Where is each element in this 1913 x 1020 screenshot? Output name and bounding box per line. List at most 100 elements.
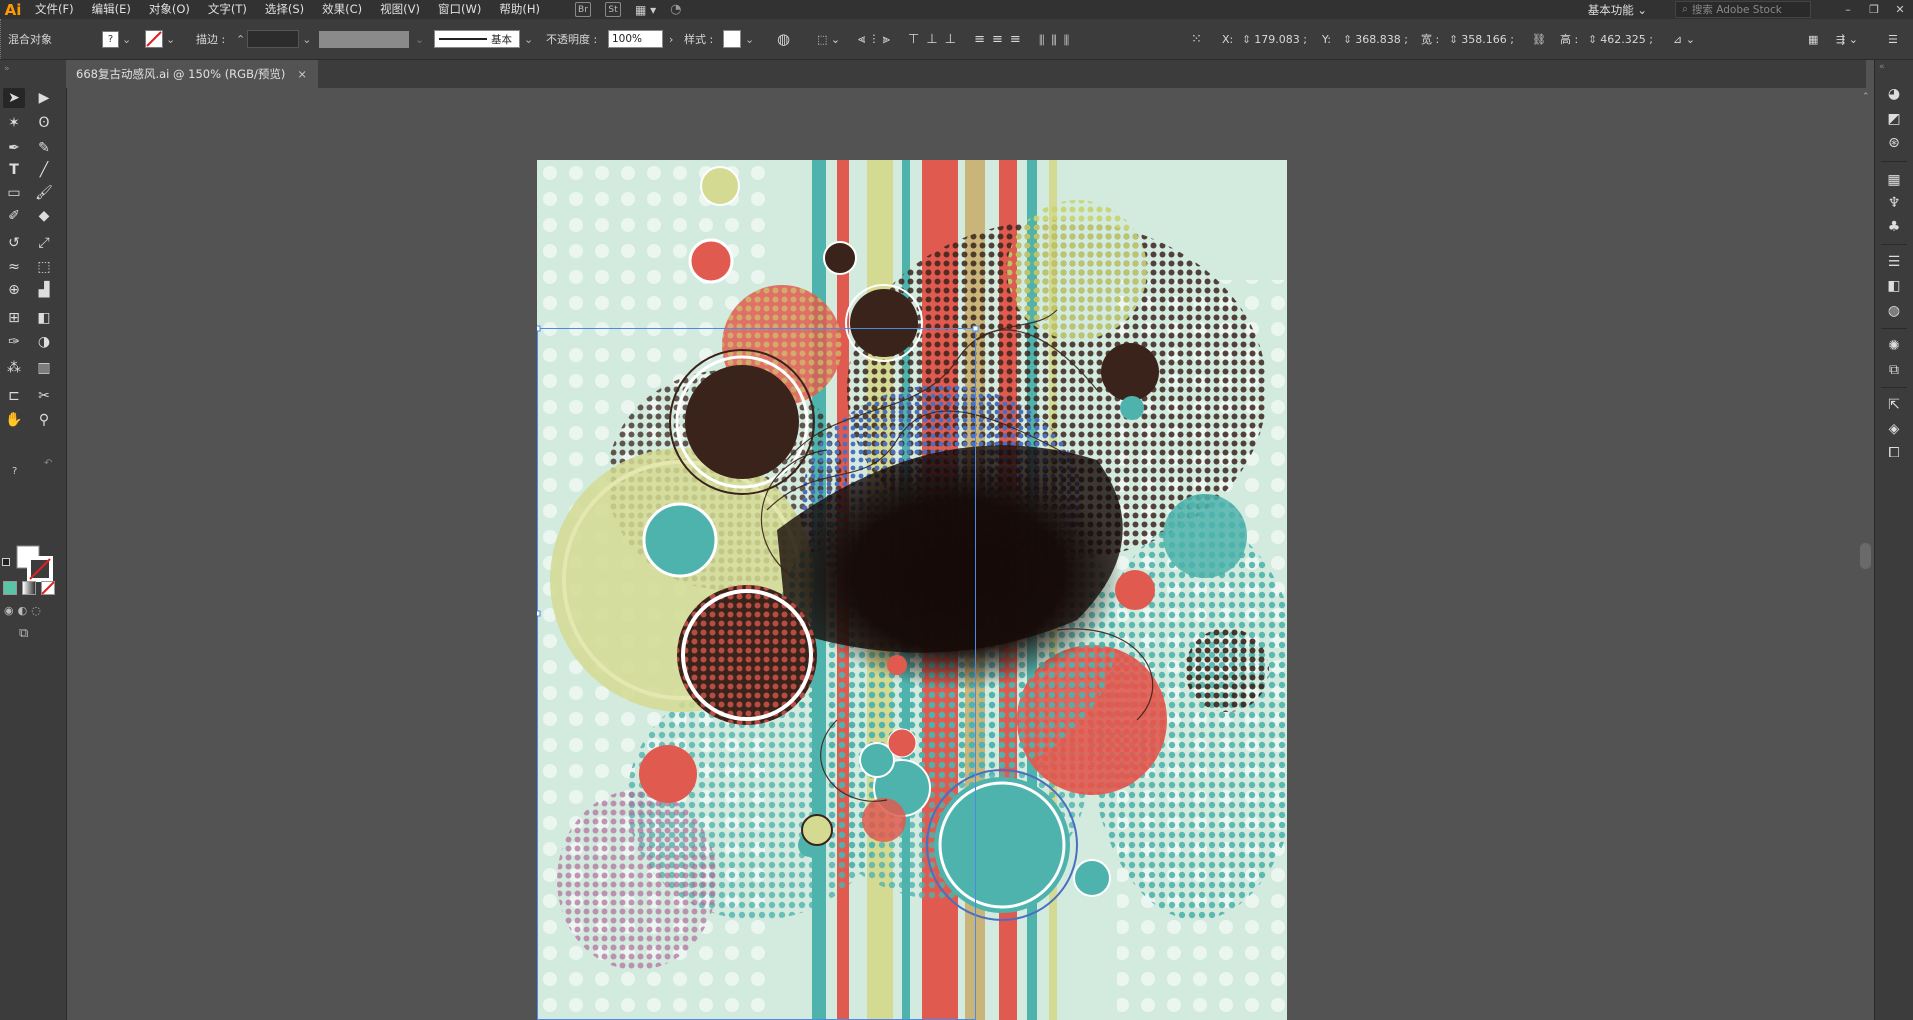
fill-swatch[interactable]: ? ⌄ <box>102 30 131 48</box>
transform-options-icon[interactable]: ⊿ ⌄ <box>1673 30 1695 48</box>
none-mode-icon[interactable] <box>41 581 55 595</box>
draw-modes-icon[interactable]: ◉◐◌ <box>4 604 45 617</box>
variable-width-profile[interactable]: ⌄ <box>319 30 424 48</box>
gradient-tool[interactable]: ◧ <box>33 308 55 328</box>
swatches-icon[interactable]: ▦ <box>1884 170 1904 190</box>
paintbrush-tool[interactable]: 🖌 <box>33 183 55 203</box>
artboard[interactable] <box>537 160 1287 1020</box>
small-default-colors-icon[interactable] <box>2 558 10 566</box>
color-panel-icon[interactable]: ◕ <box>1884 84 1904 104</box>
perspective-grid-tool[interactable]: ▟ <box>33 280 55 300</box>
line-tool[interactable]: ╱ <box>33 160 55 180</box>
workspace-switcher[interactable]: 基本功能 ⌄ <box>1588 2 1647 18</box>
scrollbar-thumb[interactable] <box>1860 543 1871 569</box>
libraries-icon[interactable]: ⊛ <box>1884 133 1904 153</box>
screen-mode-icon[interactable]: ⧉ <box>19 626 28 641</box>
eraser-tool[interactable]: ◆ <box>33 206 55 226</box>
stroke-weight-input[interactable]: ⌃ ⌄ <box>236 30 311 48</box>
control-panel-menu-icon[interactable]: ⇶ ⌄ <box>1836 30 1858 48</box>
expand-panels-icon[interactable]: « <box>1879 62 1885 72</box>
vertical-scrollbar[interactable]: ⌃ <box>1858 88 1874 1020</box>
menu-object[interactable]: 对象(O) <box>140 0 199 19</box>
align-buttons[interactable]: ⫷⫶⫸ ⊤⊥⊥ ≡≡≡ ⦀⦀⦀ <box>858 30 1076 48</box>
symbol-sprayer-tool[interactable]: ⁂ <box>3 358 25 378</box>
gradient-icon[interactable]: ◧ <box>1884 276 1904 296</box>
scroll-up-icon[interactable]: ⌃ <box>1862 92 1870 102</box>
fill-stroke-indicator[interactable] <box>16 545 54 583</box>
menu-window[interactable]: 窗口(W) <box>429 0 490 19</box>
document-tab[interactable]: 668复古动感风.ai @ 150% (RGB/预览) × <box>66 60 318 88</box>
recolor-artwork-icon[interactable]: ◍ <box>777 30 790 48</box>
height-field[interactable]: ⇕ 462.325 ; <box>1588 30 1653 48</box>
swap-fill-stroke-icon[interactable]: ↶ <box>44 458 52 469</box>
rectangle-tool[interactable]: ▭ <box>3 183 25 203</box>
hand-tool[interactable]: ✋ <box>3 410 25 430</box>
restore-icon[interactable]: ❐ <box>1861 3 1887 16</box>
menu-effect[interactable]: 效果(C) <box>313 0 371 19</box>
menu-file[interactable]: 文件(F) <box>26 0 83 19</box>
minimize-icon[interactable]: – <box>1835 3 1861 16</box>
constrain-proportions-icon[interactable]: ⛓ <box>1532 30 1546 48</box>
artboard-tool[interactable]: ⊏ <box>3 386 25 406</box>
arrange-documents-icon[interactable]: ▦ ▾ <box>635 3 656 17</box>
mesh-tool[interactable]: ⊞ <box>3 308 25 328</box>
blend-tool[interactable]: ◑ <box>33 332 55 352</box>
shaper-tool[interactable]: ✐ <box>3 206 25 226</box>
menu-type[interactable]: 文字(T) <box>199 0 256 19</box>
close-tab-icon[interactable]: × <box>297 67 307 81</box>
color-mode-icon[interactable] <box>3 581 17 595</box>
width-field[interactable]: ⇕ 358.166 ; <box>1449 30 1514 48</box>
appearance-icon[interactable]: ✺ <box>1884 336 1904 356</box>
graphic-styles-icon[interactable]: ⧉ <box>1884 360 1904 380</box>
gradient-mode-icon[interactable] <box>22 581 36 595</box>
panel-menu-icon[interactable]: ☰ <box>1888 30 1898 48</box>
stroke-icon[interactable]: ☰ <box>1884 252 1904 272</box>
graphic-style-picker[interactable]: ⌄ <box>723 30 754 48</box>
rotate-tool[interactable]: ↺ <box>3 233 25 253</box>
artboards-icon[interactable]: ⧠ <box>1884 443 1904 463</box>
transparency-icon[interactable]: ◍ <box>1884 301 1904 321</box>
layers-icon[interactable]: ◈ <box>1884 419 1904 439</box>
gpu-performance-icon[interactable]: ◔ <box>670 2 681 17</box>
reference-point-icon[interactable]: ⁙ <box>1191 30 1202 48</box>
height-label: 高 : <box>1560 33 1579 46</box>
bridge-icon[interactable]: Br <box>574 2 591 17</box>
panel-grip[interactable] <box>0 19 4 59</box>
shape-builder-tool[interactable]: ⊕ <box>3 280 25 300</box>
menu-help[interactable]: 帮助(H) <box>490 0 549 19</box>
menu-edit[interactable]: 编辑(E) <box>83 0 140 19</box>
column-graph-tool[interactable]: ▥ <box>33 358 55 378</box>
y-field[interactable]: ⇕ 368.838 ; <box>1343 30 1408 48</box>
close-window-icon[interactable]: ✕ <box>1887 3 1913 16</box>
curvature-tool[interactable]: ✎ <box>33 138 55 158</box>
zoom-tool[interactable]: ⚲ <box>33 410 55 430</box>
brush-definition[interactable]: 基本 ⌄ <box>434 30 533 48</box>
free-transform-tool[interactable]: ⬚ <box>33 257 55 277</box>
search-icon: ⌕ <box>1682 3 1688 15</box>
adobe-stock-search[interactable]: ⌕ 搜索 Adobe Stock <box>1675 1 1811 18</box>
direct-selection-tool[interactable]: ▶ <box>33 88 55 108</box>
arrange-icon[interactable]: ▦ <box>1808 30 1818 48</box>
x-field[interactable]: ⇕ 179.083 ; <box>1242 30 1307 48</box>
lasso-tool[interactable]: ʘ <box>33 113 55 133</box>
align-to-selection-icon[interactable]: ⬚ ⌄ <box>817 30 840 48</box>
symbols-icon[interactable]: ♣ <box>1884 217 1904 237</box>
type-tool[interactable]: T <box>3 160 25 180</box>
magic-wand-tool[interactable]: ✶ <box>3 113 25 133</box>
menu-view[interactable]: 视图(V) <box>371 0 429 19</box>
eyedropper-tool[interactable]: ✑ <box>3 332 25 352</box>
stroke-swatch[interactable]: ⌄ <box>145 30 175 48</box>
stock-st-icon[interactable]: St <box>604 2 621 17</box>
warp-tool[interactable]: ≈ <box>3 257 25 277</box>
brushes-icon[interactable]: ♆ <box>1884 193 1904 213</box>
pen-tool[interactable]: ✒ <box>3 138 25 158</box>
scale-tool[interactable]: ⤢ <box>33 233 55 253</box>
opacity-input[interactable]: 100% › <box>608 30 673 48</box>
default-fill-stroke-icon[interactable]: ? <box>12 466 17 477</box>
export-icon[interactable]: ⇱ <box>1884 395 1904 415</box>
collapse-toolbar-icon[interactable]: » <box>4 64 10 74</box>
slice-tool[interactable]: ✂ <box>33 386 55 406</box>
selection-tool[interactable]: ➤ <box>3 88 25 108</box>
menu-select[interactable]: 选择(S) <box>256 0 313 19</box>
color-guide-icon[interactable]: ◩ <box>1884 109 1904 129</box>
